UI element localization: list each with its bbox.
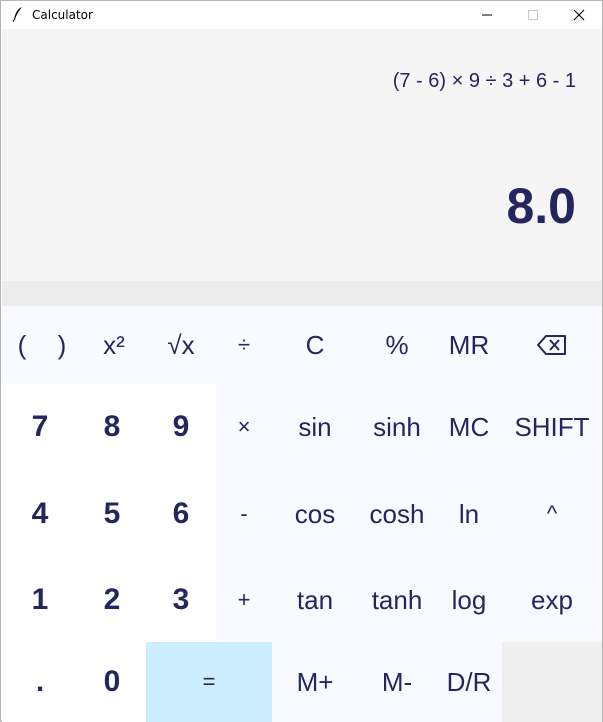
minimize-button[interactable] (464, 1, 510, 29)
expression-label: (7 - 6) × 9 ÷ 3 + 6 - 1 (392, 70, 576, 92)
minimize-icon (482, 14, 492, 16)
memory-clear-button[interactable]: MC (436, 384, 502, 470)
title-bar: Calculator (1, 1, 602, 29)
ln-button[interactable]: ln (436, 470, 502, 558)
result-label: 8.0 (506, 178, 576, 234)
deg-rad-button[interactable]: D/R (436, 642, 502, 722)
sin-button[interactable]: sin (272, 384, 358, 470)
plus-button[interactable]: + (216, 558, 272, 642)
rparen-button[interactable]: ) (42, 306, 82, 384)
equals-button[interactable]: = (146, 642, 272, 722)
feather-icon (12, 7, 22, 22)
sinh-button[interactable]: sinh (358, 384, 436, 470)
sqrt-button[interactable]: √x (146, 306, 216, 384)
memory-recall-button[interactable]: MR (436, 306, 502, 384)
exp-button[interactable]: exp (502, 558, 602, 642)
minus-button[interactable]: - (216, 470, 272, 558)
empty-key-slot (502, 642, 602, 722)
multiply-button[interactable]: × (216, 384, 272, 470)
digit-4-button[interactable]: 4 (2, 470, 78, 558)
square-button[interactable]: x² (82, 306, 146, 384)
memory-add-button[interactable]: M+ (272, 642, 358, 722)
maximize-icon (528, 10, 538, 20)
backspace-button[interactable] (502, 306, 602, 384)
backspace-icon (537, 335, 566, 355)
cos-button[interactable]: cos (272, 470, 358, 558)
shift-button[interactable]: SHIFT (502, 384, 602, 470)
power-button[interactable]: ^ (502, 470, 602, 558)
digit-9-button[interactable]: 9 (146, 384, 216, 470)
tan-button[interactable]: tan (272, 558, 358, 642)
log-button[interactable]: log (436, 558, 502, 642)
maximize-button[interactable] (510, 1, 556, 29)
digit-8-button[interactable]: 8 (78, 384, 146, 470)
clear-button[interactable]: C (272, 306, 358, 384)
memory-subtract-button[interactable]: M- (358, 642, 436, 722)
digit-5-button[interactable]: 5 (78, 470, 146, 558)
digit-0-button[interactable]: 0 (78, 642, 146, 722)
digit-6-button[interactable]: 6 (146, 470, 216, 558)
divide-button[interactable]: ÷ (216, 306, 272, 384)
decimal-point-button[interactable]: . (2, 642, 78, 722)
digit-7-button[interactable]: 7 (2, 384, 78, 470)
percent-button[interactable]: % (358, 306, 436, 384)
close-button[interactable] (556, 1, 602, 29)
digit-1-button[interactable]: 1 (2, 558, 78, 642)
close-icon (573, 9, 585, 21)
cosh-button[interactable]: cosh (358, 470, 436, 558)
digit-3-button[interactable]: 3 (146, 558, 216, 642)
display-divider (2, 281, 602, 306)
window-title: Calculator (32, 8, 93, 22)
lparen-button[interactable]: ( (2, 306, 42, 384)
keypad: ( ) x² √x ÷ C % MR 7 8 9 × sin sinh MC S… (2, 306, 602, 722)
tanh-button[interactable]: tanh (358, 558, 436, 642)
digit-2-button[interactable]: 2 (78, 558, 146, 642)
calculator-window: Calculator (7 - 6) × 9 ÷ 3 + 6 - 1 8.0 (… (0, 0, 603, 722)
display-panel: (7 - 6) × 9 ÷ 3 + 6 - 1 8.0 (2, 29, 602, 281)
